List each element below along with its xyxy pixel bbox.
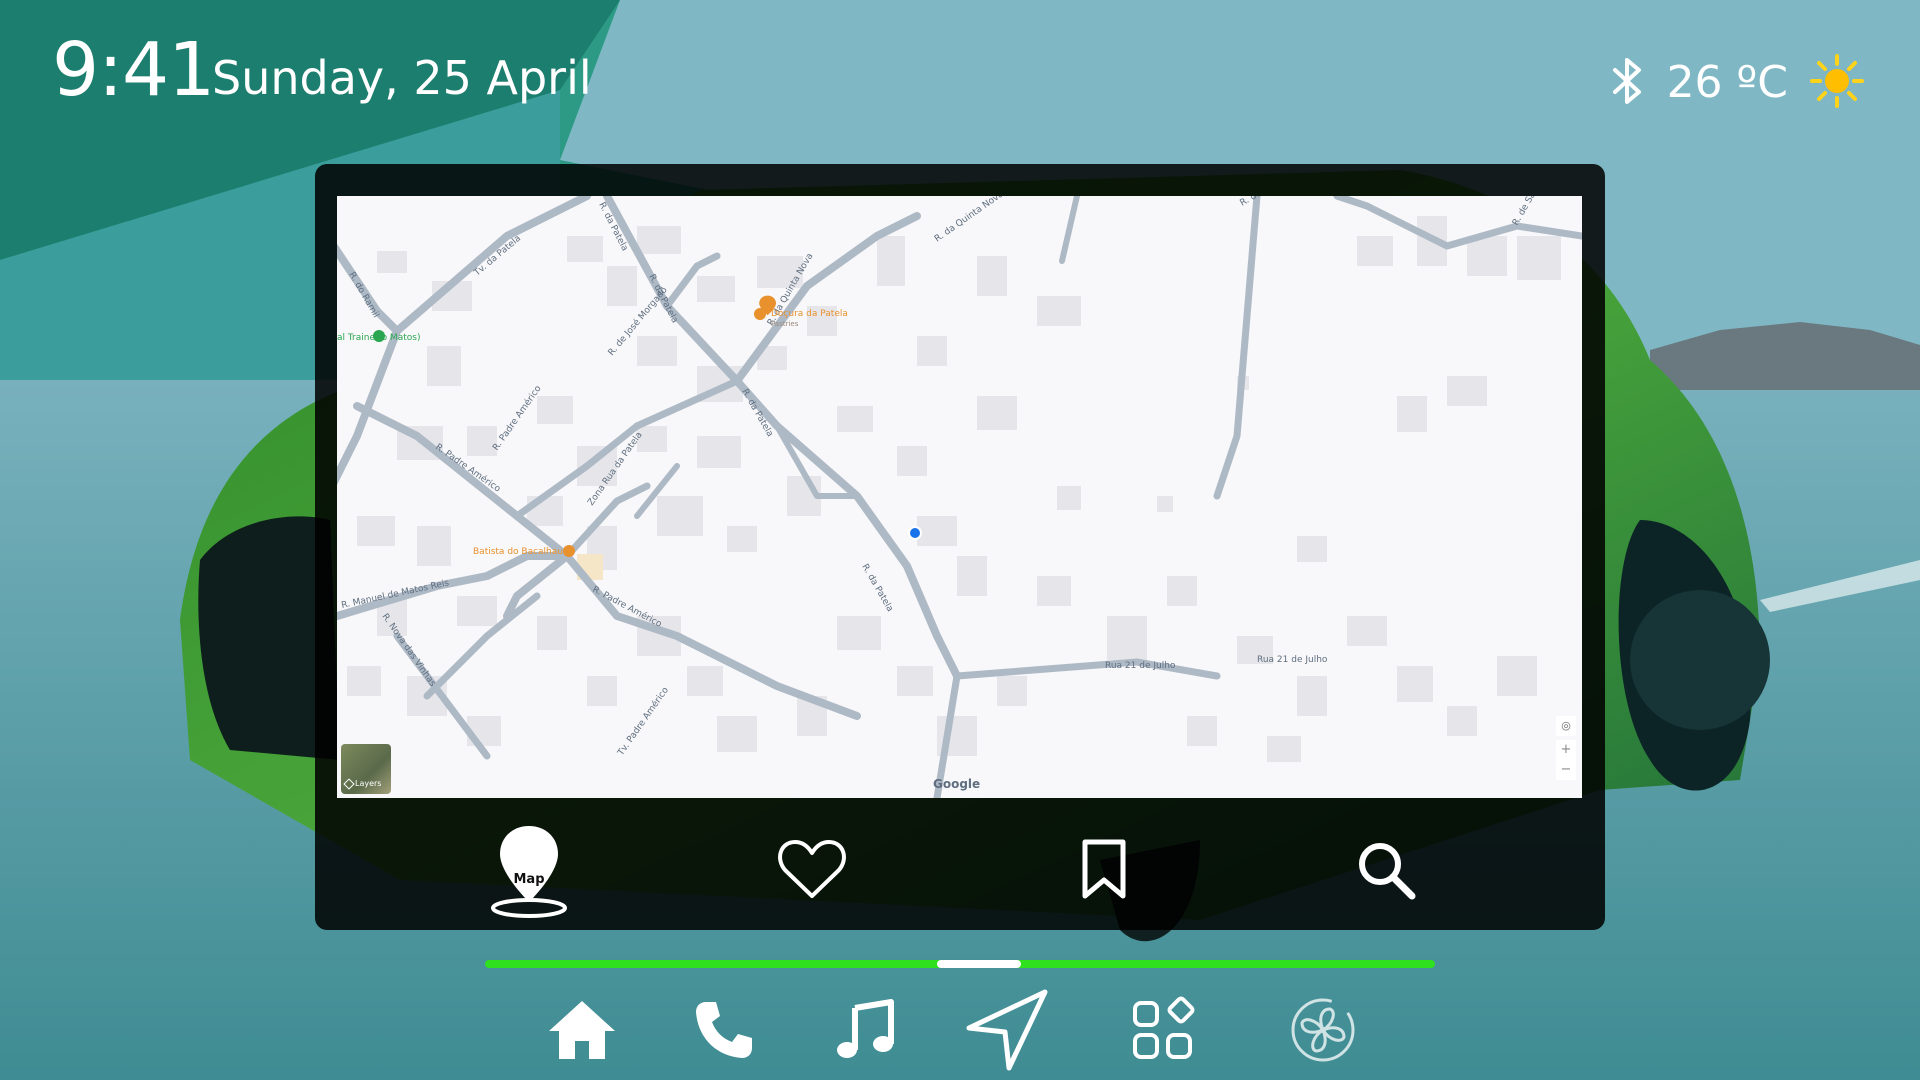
search-icon bbox=[1359, 842, 1416, 899]
current-location-dot bbox=[908, 526, 922, 540]
poi-batista[interactable]: Batista do Bacalhau bbox=[473, 545, 575, 557]
favorites-button[interactable] bbox=[752, 809, 872, 930]
street-label: R. de São Brás bbox=[1511, 196, 1553, 228]
street-label: R. da Quinta Nova bbox=[933, 196, 1006, 244]
map-controls: ◎ + − bbox=[1556, 716, 1576, 796]
poi-trainer[interactable]: al Trainer o Matos) bbox=[337, 330, 420, 343]
sun-icon bbox=[1810, 54, 1864, 112]
street-label: R. Padre Américo bbox=[490, 383, 543, 453]
map-pin-icon bbox=[491, 825, 567, 918]
dock-climate-button[interactable] bbox=[1278, 985, 1368, 1075]
map-tab-button[interactable]: Map bbox=[469, 809, 589, 930]
street-label: Tv. Padre Américo bbox=[615, 685, 671, 759]
street-label: Rua 21 de Julho bbox=[1105, 661, 1176, 671]
fan-icon bbox=[1291, 998, 1355, 1062]
layers-label: Layers bbox=[355, 779, 382, 788]
dock-phone-button[interactable] bbox=[679, 985, 769, 1075]
dock-home-button[interactable] bbox=[537, 985, 627, 1075]
page-indicator-knob[interactable] bbox=[937, 960, 1021, 968]
bookmark-icon bbox=[1082, 839, 1126, 898]
heart-icon bbox=[778, 839, 846, 898]
street-label: R. de São Brás bbox=[1239, 196, 1301, 209]
poi-label: Batista do Bacalhau bbox=[473, 547, 563, 557]
street-label: Rua 21 de Julho bbox=[1257, 655, 1328, 665]
bluetooth-icon[interactable] bbox=[1611, 56, 1645, 110]
layers-button[interactable]: Layers bbox=[341, 744, 391, 794]
map-tab-label: Map bbox=[513, 872, 545, 887]
map-view[interactable]: R. do Ramil Tv. da Patela R. da Patela R… bbox=[337, 196, 1582, 798]
status-area: 26 ºC bbox=[1611, 54, 1864, 112]
navigation-panel: R. do Ramil Tv. da Patela R. da Patela R… bbox=[315, 164, 1605, 930]
zoom-out-button[interactable]: − bbox=[1556, 760, 1576, 780]
search-button[interactable] bbox=[1326, 809, 1446, 930]
poi-label: al Trainer o Matos) bbox=[337, 333, 420, 343]
layers-icon bbox=[343, 778, 355, 790]
clock: 9:41 bbox=[52, 27, 215, 113]
phone-icon bbox=[696, 1002, 752, 1058]
apps-icon bbox=[1133, 996, 1195, 1059]
dock-apps-button[interactable] bbox=[1120, 985, 1210, 1075]
locate-me-button[interactable]: ◎ bbox=[1556, 716, 1576, 736]
street-label: R. do Ramil bbox=[346, 271, 380, 320]
music-icon bbox=[837, 999, 894, 1058]
dock bbox=[0, 985, 1920, 1080]
map-toolbar: Map bbox=[315, 809, 1605, 930]
date-label: Sunday, 25 April bbox=[212, 51, 592, 105]
map-attribution: Google bbox=[933, 777, 980, 791]
home-icon bbox=[549, 1001, 615, 1059]
poi-category: Pastries bbox=[771, 320, 799, 328]
temperature-label: 26 ºC bbox=[1666, 57, 1788, 108]
zoom-in-button[interactable]: + bbox=[1556, 740, 1576, 760]
dock-music-button[interactable] bbox=[820, 985, 910, 1075]
poi-label: Doçura da Patela bbox=[771, 309, 848, 319]
bookmark-button[interactable] bbox=[1044, 809, 1164, 930]
dock-navigation-button[interactable] bbox=[962, 985, 1052, 1075]
navigation-icon bbox=[966, 989, 1048, 1071]
street-label: R. da Patela bbox=[859, 563, 894, 614]
map-roads bbox=[337, 196, 1582, 798]
page-indicator[interactable] bbox=[485, 960, 1435, 968]
map-street-labels: R. do Ramil Tv. da Patela R. da Patela R… bbox=[341, 196, 1553, 759]
